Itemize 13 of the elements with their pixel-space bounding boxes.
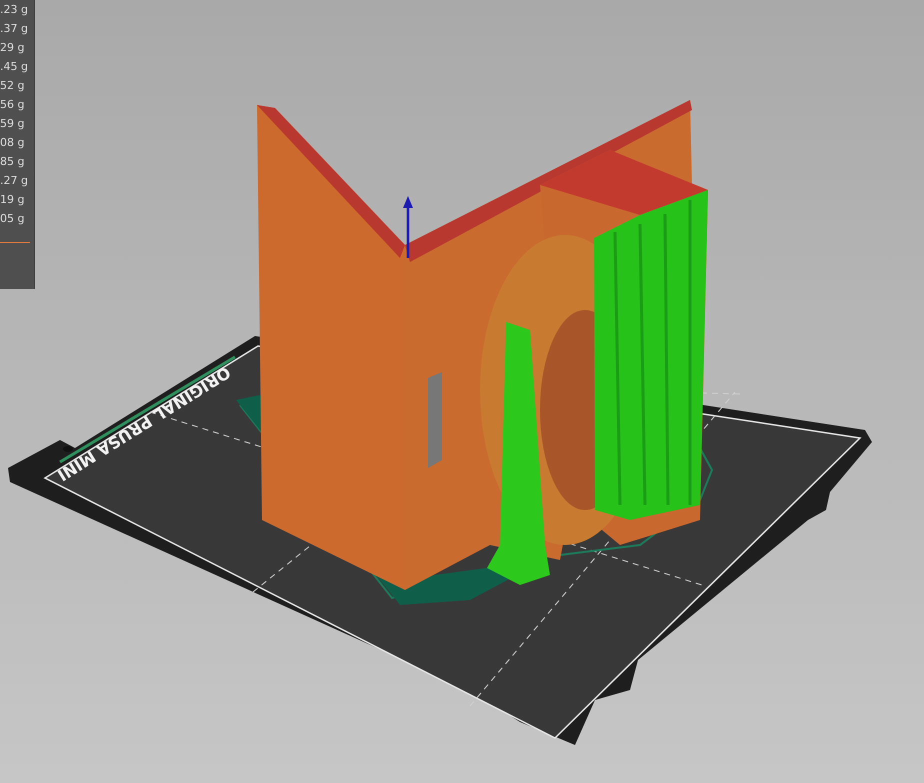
filament-weight: 85 g (0, 154, 26, 170)
filament-weight: 29 g (0, 40, 26, 56)
filament-weight: .23 g (0, 2, 29, 18)
filament-weight: 56 g (0, 97, 26, 113)
z-axis-arrow-icon (403, 196, 413, 258)
filament-weight: .45 g (0, 59, 29, 75)
filament-weight: 19 g (0, 192, 26, 208)
filament-weight: .37 g (0, 21, 29, 37)
filament-weight: 08 g (0, 135, 26, 151)
filament-weight: .27 g (0, 173, 29, 189)
filament-weight: 52 g (0, 78, 26, 94)
filament-weight: 05 g (0, 211, 26, 227)
filament-weight: 59 g (0, 116, 26, 132)
